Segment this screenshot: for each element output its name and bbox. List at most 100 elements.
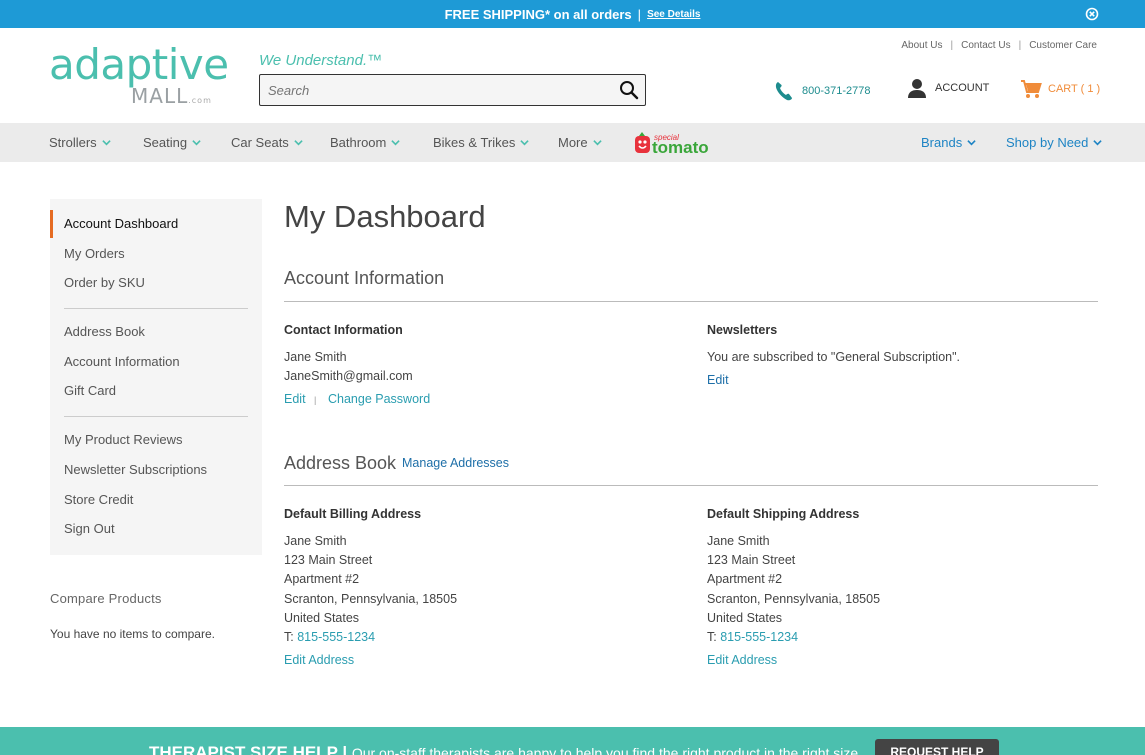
- shipping-country: United States: [707, 611, 783, 625]
- billing-country: United States: [284, 611, 360, 625]
- site-header: adaptive MALL.com We Understand.™ About …: [0, 28, 1145, 123]
- change-password-link[interactable]: Change Password: [328, 392, 430, 406]
- sidebar-item-order-by-sku[interactable]: Order by SKU: [64, 275, 145, 290]
- see-details-link[interactable]: See Details: [647, 9, 700, 20]
- special-tomato-logo[interactable]: special tomato: [634, 131, 716, 155]
- search-box: [259, 74, 646, 106]
- therapist-help-banner: THERAPIST SIZE HELP | Our on-staff thera…: [0, 727, 1145, 755]
- phone-prefix: T:: [707, 630, 717, 644]
- contact-us-link[interactable]: Contact Us: [961, 40, 1010, 51]
- sidebar-item-gift-card[interactable]: Gift Card: [64, 383, 116, 398]
- phone-icon: [775, 82, 792, 101]
- shipping-name: Jane Smith: [707, 534, 770, 548]
- nav-item-strollers[interactable]: Strollers: [49, 135, 111, 150]
- nav-item-bathroom[interactable]: Bathroom: [330, 135, 401, 150]
- sidebar-item-sign-out[interactable]: Sign Out: [64, 521, 115, 536]
- therapist-help-heading: THERAPIST SIZE HELP |: [149, 743, 348, 755]
- section-divider: [284, 485, 1098, 486]
- link-separator: |: [314, 395, 317, 405]
- sidebar-item-account-information[interactable]: Account Information: [64, 354, 180, 369]
- shipping-city: Scranton, Pennsylvania, 18505: [707, 592, 881, 606]
- shipping-phone-link[interactable]: 815-555-1234: [720, 630, 798, 644]
- nav-item-seating[interactable]: Seating: [143, 135, 201, 150]
- cart-link[interactable]: CART ( 1 ): [1020, 79, 1100, 99]
- logo-mall: MALL: [131, 84, 189, 108]
- billing-street: 123 Main Street: [284, 553, 373, 567]
- nav-label: Car Seats: [231, 135, 289, 150]
- sidebar-item-my-product-reviews[interactable]: My Product Reviews: [64, 432, 182, 447]
- sidebar-item-newsletter-subscriptions[interactable]: Newsletter Subscriptions: [64, 462, 207, 477]
- nav-label: Bikes & Trikes: [433, 135, 516, 150]
- chevron-down-icon: [294, 140, 303, 146]
- chevron-down-icon: [592, 140, 602, 146]
- account-sidebar: Account Dashboard My Orders Order by SKU…: [50, 199, 262, 555]
- nav-label: Bathroom: [330, 135, 387, 150]
- customer-care-link[interactable]: Customer Care: [1029, 40, 1097, 51]
- chevron-down-icon: [391, 140, 401, 146]
- close-icon[interactable]: [1085, 7, 1099, 21]
- contact-email: JaneSmith@gmail.com: [284, 369, 413, 383]
- chevron-down-icon: [520, 140, 530, 146]
- nav-label: Brands: [921, 135, 963, 150]
- nav-item-bikes-trikes[interactable]: Bikes & Trikes: [433, 135, 530, 150]
- account-information-heading: Account Information: [284, 268, 445, 288]
- logo[interactable]: adaptive MALL.com: [49, 40, 229, 109]
- edit-contact-link[interactable]: Edit: [284, 392, 306, 406]
- sidebar-item-account-dashboard[interactable]: Account Dashboard: [64, 216, 178, 231]
- nav-item-brands[interactable]: Brands: [921, 135, 976, 150]
- phone-number: 800-371-2778: [802, 85, 871, 97]
- edit-billing-address-link[interactable]: Edit Address: [284, 653, 354, 667]
- contact-name: Jane Smith: [284, 350, 347, 364]
- compare-products-title: Compare Products: [50, 591, 162, 606]
- request-help-button[interactable]: REQUEST HELP: [875, 739, 999, 755]
- contact-information-title: Contact Information: [284, 323, 403, 337]
- billing-address-title: Default Billing Address: [284, 507, 422, 521]
- sidebar-item-my-orders[interactable]: My Orders: [64, 246, 125, 261]
- promo-separator: |: [637, 6, 642, 22]
- shipping-address-title: Default Shipping Address: [707, 507, 860, 521]
- nav-item-car-seats[interactable]: Car Seats: [231, 135, 303, 150]
- promo-text: FREE SHIPPING* on all orders: [444, 6, 632, 22]
- shipping-street: 123 Main Street: [707, 553, 796, 567]
- account-link[interactable]: ACCOUNT: [907, 78, 989, 98]
- edit-shipping-address-link[interactable]: Edit Address: [707, 653, 777, 667]
- search-input[interactable]: [260, 75, 645, 105]
- sidebar-item-store-credit[interactable]: Store Credit: [64, 492, 133, 507]
- shipping-apartment: Apartment #2: [707, 572, 783, 586]
- newsletters-title: Newsletters: [707, 323, 778, 337]
- logo-main-text: adaptive: [49, 40, 229, 89]
- phone-link[interactable]: 800-371-2778: [774, 80, 871, 102]
- nav-label: Shop by Need: [1006, 135, 1089, 150]
- billing-phone-row: T: 815-555-1234: [284, 630, 375, 644]
- search-icon[interactable]: [619, 80, 639, 100]
- shipping-phone-row: T: 815-555-1234: [707, 630, 798, 644]
- account-label: ACCOUNT: [935, 82, 990, 94]
- logo-sub-text: MALL.com: [131, 84, 212, 108]
- special-tomato-text: tomato: [652, 138, 709, 155]
- chevron-down-icon: [102, 140, 111, 146]
- therapist-help-text: THERAPIST SIZE HELP | Our on-staff thera…: [149, 743, 862, 755]
- tagline: We Understand.™: [259, 52, 383, 69]
- edit-newsletters-link[interactable]: Edit: [707, 373, 729, 387]
- billing-phone-link[interactable]: 815-555-1234: [297, 630, 375, 644]
- about-us-link[interactable]: About Us: [901, 40, 942, 51]
- top-links: About Us | Contact Us | Customer Care: [901, 40, 1097, 51]
- nav-item-more[interactable]: More: [558, 135, 602, 150]
- active-indicator: [50, 210, 53, 238]
- user-icon: [908, 79, 926, 98]
- section-divider: [284, 301, 1098, 302]
- nav-label: More: [558, 135, 588, 150]
- address-book-heading: Address Book: [284, 453, 397, 473]
- phone-prefix: T:: [284, 630, 294, 644]
- nav-label: Strollers: [49, 135, 97, 150]
- nav-label: Seating: [143, 135, 188, 150]
- nav-item-shop-by-need[interactable]: Shop by Need: [1006, 135, 1103, 150]
- chevron-down-icon: [967, 140, 976, 146]
- chevron-down-icon: [192, 140, 201, 146]
- promo-bar: FREE SHIPPING* on all orders | See Detai…: [0, 0, 1145, 28]
- manage-addresses-link[interactable]: Manage Addresses: [402, 456, 509, 470]
- sidebar-item-address-book[interactable]: Address Book: [64, 324, 145, 339]
- billing-city: Scranton, Pennsylvania, 18505: [284, 592, 458, 606]
- billing-name: Jane Smith: [284, 534, 347, 548]
- compare-products-text: You have no items to compare.: [50, 627, 215, 641]
